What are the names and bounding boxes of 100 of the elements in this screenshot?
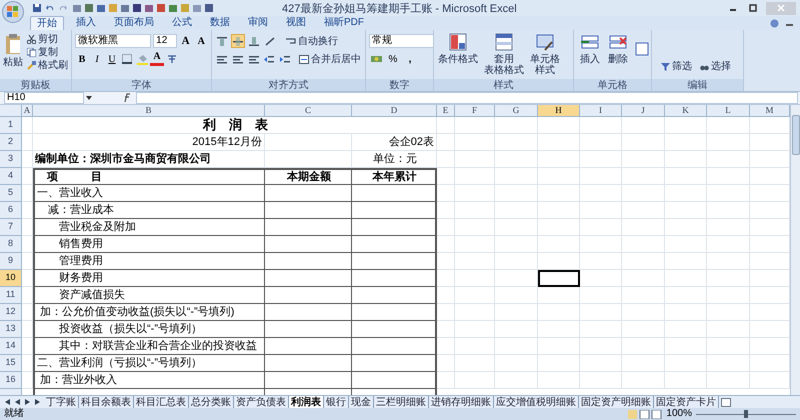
row-header[interactable]: 13 (0, 321, 22, 338)
row-header[interactable]: 7 (0, 219, 22, 236)
column-header[interactable]: F (455, 105, 495, 116)
row-header[interactable]: 14 (0, 338, 22, 355)
column-header[interactable]: I (580, 105, 622, 116)
font-name-field[interactable]: 微软雅黑 (75, 34, 152, 48)
row-header[interactable]: 3 (0, 151, 22, 168)
delete-button[interactable]: 删除 (606, 32, 630, 65)
zoom-level[interactable]: 100% (666, 409, 692, 419)
office-button[interactable] (2, 1, 24, 23)
wrap-text-button[interactable]: 自动换行 (285, 34, 339, 48)
sheet-tab[interactable]: 科目汇总表 (134, 396, 189, 408)
sheet-tab[interactable]: 银行 (324, 396, 349, 408)
row-header[interactable]: 12 (0, 304, 22, 321)
column-header[interactable]: K (665, 105, 707, 116)
column-header[interactable]: B (33, 105, 265, 116)
row-header[interactable]: 10 (0, 270, 22, 287)
sheet-tab[interactable]: 三栏明细账 (374, 396, 429, 408)
cut-button[interactable]: 剪切 (26, 33, 69, 46)
cell-style-button[interactable]: 单元格 样式 (528, 32, 562, 76)
sort-filter-button[interactable]: 筛选 (660, 60, 693, 73)
column-header[interactable]: D (352, 105, 437, 116)
conditional-format-button[interactable]: 条件格式 (436, 32, 480, 76)
column-header[interactable]: C (265, 105, 352, 116)
middle-align-button[interactable] (231, 34, 245, 48)
fill-color-button[interactable] (135, 52, 149, 66)
bottom-align-button[interactable] (247, 34, 261, 48)
grid-cell (707, 270, 750, 287)
ribbon-tab[interactable]: 视图 (280, 16, 312, 30)
grid-cell (538, 151, 580, 168)
scroll-thumb[interactable] (792, 115, 800, 155)
row-header[interactable]: 8 (0, 236, 22, 253)
ribbon-tab[interactable]: 插入 (70, 16, 102, 30)
sheet-tab[interactable]: 资产负债表 (234, 396, 289, 408)
row-header[interactable]: 5 (0, 185, 22, 202)
find-select-button[interactable]: 选择 (699, 60, 732, 73)
sheet-nav-button[interactable] (13, 397, 21, 407)
sheet-tab[interactable]: 应交增值税明细账 (494, 396, 579, 408)
active-cell[interactable] (538, 270, 580, 287)
column-header[interactable]: J (622, 105, 665, 116)
row-header[interactable]: 9 (0, 253, 22, 270)
row-header[interactable]: 6 (0, 202, 22, 219)
grid-cell (707, 117, 750, 134)
grid-cell (665, 134, 707, 151)
grid-cell (22, 236, 33, 253)
grow-font-button[interactable]: A (178, 34, 192, 48)
bold-button[interactable]: B (75, 52, 89, 66)
sheet-nav-button[interactable] (23, 397, 31, 407)
italic-button[interactable]: I (90, 52, 104, 66)
sheet-tab[interactable]: 固定资产明细账 (579, 396, 654, 408)
row-header[interactable]: 2 (0, 134, 22, 151)
top-align-button[interactable] (215, 34, 229, 48)
ribbon-tab[interactable]: 审阅 (242, 16, 274, 30)
sheet-tab[interactable]: 进销存明细账 (429, 396, 494, 408)
table-format-button[interactable]: 套用 表格格式 (482, 32, 526, 76)
column-header[interactable]: L (707, 105, 750, 116)
undo-icon (45, 3, 55, 13)
column-header[interactable]: A (22, 105, 33, 116)
sheet-tab[interactable]: 科目余额表 (79, 396, 134, 408)
copy-button[interactable]: 复制 (26, 46, 69, 59)
font-color-button[interactable]: A (150, 52, 164, 66)
number-format-field[interactable]: 常规 (369, 34, 433, 48)
sheet-tab[interactable]: 现金 (349, 396, 374, 408)
comma-button[interactable]: , (403, 52, 417, 66)
row-header[interactable]: 4 (0, 168, 22, 185)
format-painter-button[interactable]: 格式刷 (26, 59, 69, 72)
vertical-scrollbar[interactable] (790, 105, 800, 395)
row-header[interactable]: 11 (0, 287, 22, 304)
shrink-font-button[interactable]: A (194, 34, 208, 48)
ribbon-tab[interactable]: 福昕PDF (318, 16, 370, 30)
ribbon-tab[interactable]: 公式 (166, 16, 198, 30)
borders-button[interactable] (120, 52, 134, 66)
name-box[interactable]: H10 (4, 92, 84, 104)
zoom-slider-thumb[interactable] (744, 410, 748, 418)
insert-sheet-button[interactable] (721, 398, 731, 406)
sheet-tab[interactable]: 丁字账 (44, 396, 79, 408)
ribbon-tab[interactable]: 页面布局 (108, 16, 160, 30)
column-header[interactable]: H (538, 105, 580, 116)
font-size-field[interactable]: 12 (153, 34, 177, 48)
restore-icon (749, 4, 757, 12)
percent-button[interactable]: % (386, 52, 400, 66)
row-header[interactable]: 1 (0, 117, 22, 134)
column-header[interactable]: E (437, 105, 455, 116)
sheet-nav-button[interactable] (33, 397, 41, 407)
underline-button[interactable]: U (105, 52, 119, 66)
merge-center-button[interactable]: 合并后居中 (298, 52, 362, 66)
sheet-tab[interactable]: 固定资产卡片 (654, 396, 719, 408)
row-header[interactable]: 15 (0, 355, 22, 372)
paste-button[interactable]: 粘贴 (1, 33, 25, 72)
grid-cell (707, 338, 750, 355)
sheet-tab[interactable]: 总分类账 (189, 396, 234, 408)
ribbon-tab[interactable]: 开始 (30, 16, 64, 30)
insert-button[interactable]: 插入 (578, 32, 602, 65)
row-header[interactable]: 16 (0, 372, 22, 389)
grid-cell (622, 185, 665, 202)
sheet-nav-button[interactable] (3, 397, 11, 407)
formula-input[interactable] (136, 92, 798, 104)
ribbon-tab[interactable]: 数据 (204, 16, 236, 30)
grid-cell (622, 253, 665, 270)
sheet-tab[interactable]: 利润表 (289, 396, 324, 408)
